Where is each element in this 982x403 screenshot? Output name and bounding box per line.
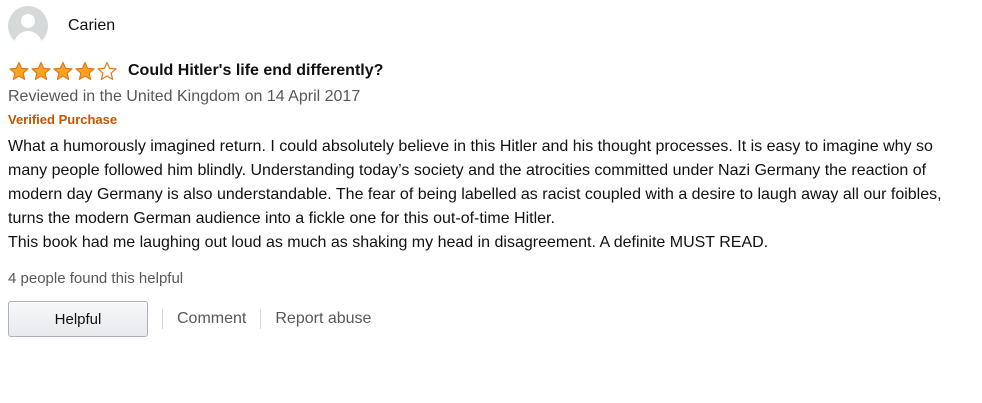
divider — [260, 309, 262, 329]
star-filled-icon — [53, 61, 73, 80]
review-paragraph: This book had me laughing out loud as mu… — [8, 234, 769, 251]
reviewer-name[interactable]: Carien — [68, 17, 115, 35]
star-filled-icon — [9, 61, 29, 80]
review-title[interactable]: Could Hitler's life end differently? — [128, 62, 383, 80]
review-date: Reviewed in the United Kingdom on 14 Apr… — [8, 88, 361, 105]
star-filled-icon — [75, 61, 95, 80]
review-card: Carien Could Hitler's life end different… — [8, 6, 978, 339]
avatar-icon[interactable] — [8, 6, 48, 46]
helpful-button[interactable]: Helpful — [8, 301, 148, 337]
comment-link[interactable]: Comment — [177, 310, 246, 328]
review-paragraph: What a humorously imagined return. I cou… — [8, 138, 942, 227]
verified-purchase-badge[interactable]: Verified Purchase — [8, 111, 978, 129]
avatar-body — [14, 31, 42, 46]
star-rating[interactable] — [8, 61, 118, 81]
star-empty-icon — [97, 61, 117, 80]
rating-row: Could Hitler's life end differently? — [8, 60, 978, 82]
helpful-count: 4 people found this helpful — [8, 270, 184, 287]
review-body: What a humorously imagined return. I cou… — [8, 135, 970, 255]
star-filled-icon — [31, 61, 51, 80]
divider — [162, 309, 163, 329]
review-actions: Helpful Comment Report abuse — [8, 299, 978, 339]
avatar-head — [21, 14, 35, 28]
report-abuse-link[interactable]: Report abuse — [275, 310, 371, 328]
reviewer-profile[interactable]: Carien — [8, 6, 978, 46]
